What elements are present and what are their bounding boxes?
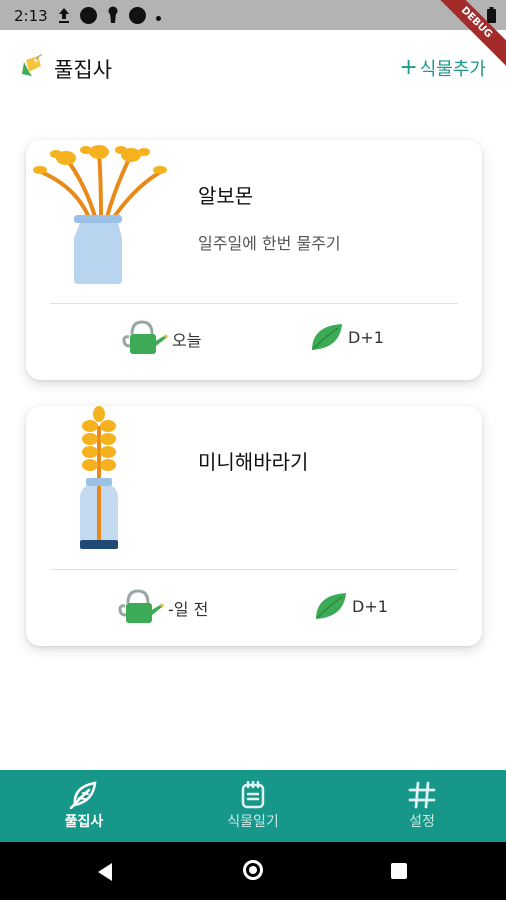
- watering-can-icon: [118, 589, 164, 623]
- nav-item-settings[interactable]: 설정: [338, 770, 506, 842]
- status-notification-icons: [58, 6, 161, 24]
- plant-card[interactable]: 알보몬 일주일에 한번 물주기 오늘 D+1: [26, 140, 482, 380]
- wheat-in-vase-icon: [33, 145, 167, 284]
- leaf-icon: [312, 324, 342, 350]
- nav-label: 풀집사: [64, 814, 104, 830]
- notification-dot-icon: [129, 6, 146, 24]
- status-time: 2:13: [14, 7, 48, 25]
- plant-card[interactable]: 미니해바라기 -일 전 D+1: [26, 406, 482, 646]
- plant-name: 미니해바라기: [198, 450, 309, 474]
- app-bar: 풀집사 + 식물추가: [0, 30, 506, 100]
- nav-item-diary[interactable]: 식물일기: [169, 770, 337, 842]
- watering-schedule: 일주일에 한번 물주기: [198, 234, 341, 253]
- add-plant-label: 식물추가: [419, 59, 486, 80]
- leaf-feather-icon: [69, 781, 97, 809]
- growth-days-text: D+1: [348, 327, 384, 347]
- keyhole-icon: [108, 6, 118, 23]
- notepad-icon: [241, 781, 265, 809]
- notification-dot-icon: [80, 6, 97, 24]
- last-watered: 오늘: [122, 320, 201, 358]
- more-notifications-icon: [156, 15, 161, 21]
- system-navigation-bar: [0, 842, 506, 900]
- upload-icon: [59, 8, 69, 23]
- last-watered-text: -일 전: [168, 600, 209, 619]
- nav-label: 식물일기: [227, 814, 279, 830]
- growth-days: D+1: [314, 591, 388, 621]
- watering-can-icon: [122, 320, 168, 354]
- leaf-icon: [316, 593, 346, 619]
- last-watered-text: 오늘: [172, 331, 202, 350]
- app-title: 풀집사: [54, 58, 112, 82]
- nav-item-home[interactable]: 풀집사: [0, 770, 168, 842]
- sunflower-in-vase-icon: [80, 406, 118, 549]
- card-divider: [50, 569, 458, 570]
- status-bar: 2:13 DEBUG: [0, 0, 506, 72]
- growth-days-text: D+1: [352, 596, 388, 616]
- hash-icon: [408, 781, 436, 809]
- last-watered: -일 전: [118, 589, 208, 627]
- recent-apps-icon[interactable]: [391, 863, 407, 879]
- plant-name: 알보몬: [198, 184, 254, 208]
- card-divider: [50, 303, 458, 304]
- plus-icon: +: [399, 55, 418, 80]
- growth-days: D+1: [310, 322, 384, 352]
- plant-tag-logo-icon: [22, 54, 43, 76]
- nav-label: 설정: [409, 814, 435, 830]
- add-plant-button[interactable]: + 식물추가: [399, 55, 486, 81]
- home-icon[interactable]: [243, 860, 263, 880]
- battery-icon: [487, 7, 496, 23]
- bottom-navigation: 풀집사 식물일기 설정: [0, 770, 506, 842]
- back-icon[interactable]: [96, 862, 114, 882]
